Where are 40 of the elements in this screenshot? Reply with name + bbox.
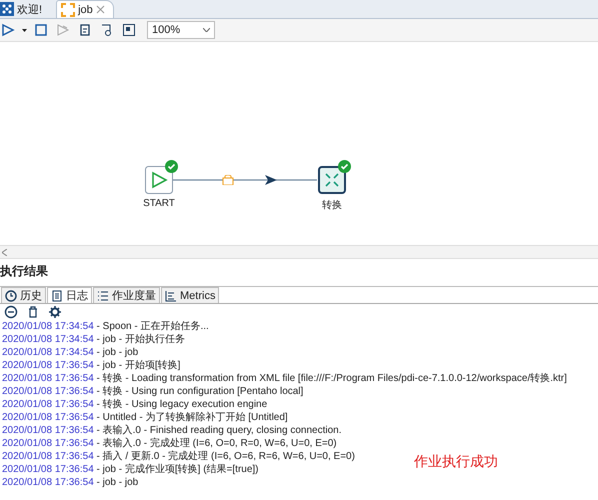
stop-icon[interactable] xyxy=(33,22,49,38)
result-tab[interactable]: 历史 xyxy=(1,287,46,303)
editor-tab[interactable]: job xyxy=(56,0,114,18)
grid-align-icon[interactable] xyxy=(121,22,137,38)
log-line: 2020/01/08 17:36:54 - 插入 / 更新.0 - 完成处理 (I=6, O=6, R=6, W=6, U=0, E=0) xyxy=(2,450,355,463)
result-tab[interactable]: 作业度量 xyxy=(93,287,160,303)
log-line: 2020/01/08 17:36:54 - 表输入.0 - Finished reading query, closing connection. xyxy=(2,424,342,437)
log-line: 2020/01/08 17:36:54 - 转换 - Using legacy execution engine xyxy=(2,398,268,411)
chart-icon xyxy=(165,290,177,302)
panel-title: 执行结果 xyxy=(0,264,48,278)
log-line: 2020/01/08 17:36:54 - 表输入.0 - 完成处理 (I=6, O=0, R=0, W=6, U=0, E=0) xyxy=(2,437,337,450)
hop-arrow[interactable] xyxy=(173,175,318,185)
scroll-left-icon xyxy=(2,248,7,256)
log-line: 2020/01/08 17:36:54 - job - job xyxy=(2,476,138,489)
grid-icon xyxy=(0,2,14,16)
run-icon[interactable] xyxy=(0,22,16,38)
chevron-icon xyxy=(203,28,210,32)
caret-icon xyxy=(22,28,27,32)
log-line: 2020/01/08 17:36:54 - Untitled - 为了转换解除补丁开始 [Untitled] xyxy=(2,411,288,424)
log-line: 2020/01/08 17:34:54 - job - job xyxy=(2,346,138,359)
editor-tab[interactable]: 欢迎! xyxy=(0,0,50,18)
settings-icon[interactable] xyxy=(47,304,63,320)
result-tab[interactable]: Metrics xyxy=(161,287,220,303)
log-line: 2020/01/08 17:36:54 - job - 开始项[转换] xyxy=(2,359,180,372)
arrows-node[interactable] xyxy=(318,166,346,194)
node-label: 转换 xyxy=(321,199,343,212)
log-line: 2020/01/08 17:36:54 - 转换 - Loading transformation from XML file [file:///F:/Program Files/pdi-ce-7.1.0.0-12/workspace/转换.ktr] xyxy=(2,372,567,385)
log-line: 2020/01/08 17:36:54 - job - 完成作业项[转换] (结果=[true]) xyxy=(2,463,259,476)
zoom-dropdown[interactable]: 100% xyxy=(147,21,215,39)
list-icon xyxy=(97,290,109,302)
play-node[interactable] xyxy=(145,166,173,194)
clock-icon xyxy=(5,290,17,302)
log-line: 2020/01/08 17:36:54 - 转换 - Using run configuration [Pentaho local] xyxy=(2,385,304,398)
document-icon xyxy=(51,290,63,302)
log-line: 2020/01/08 17:34:54 - job - 开始执行任务 xyxy=(2,333,185,346)
annotation-text: 作业执行成功 xyxy=(414,453,498,471)
result-tab[interactable]: 日志 xyxy=(47,287,92,303)
node-label: START xyxy=(142,198,176,209)
log-line: 2020/01/08 17:34:54 - Spoon - 正在开始任务... xyxy=(2,320,209,333)
minus-circle-icon[interactable] xyxy=(3,304,19,320)
